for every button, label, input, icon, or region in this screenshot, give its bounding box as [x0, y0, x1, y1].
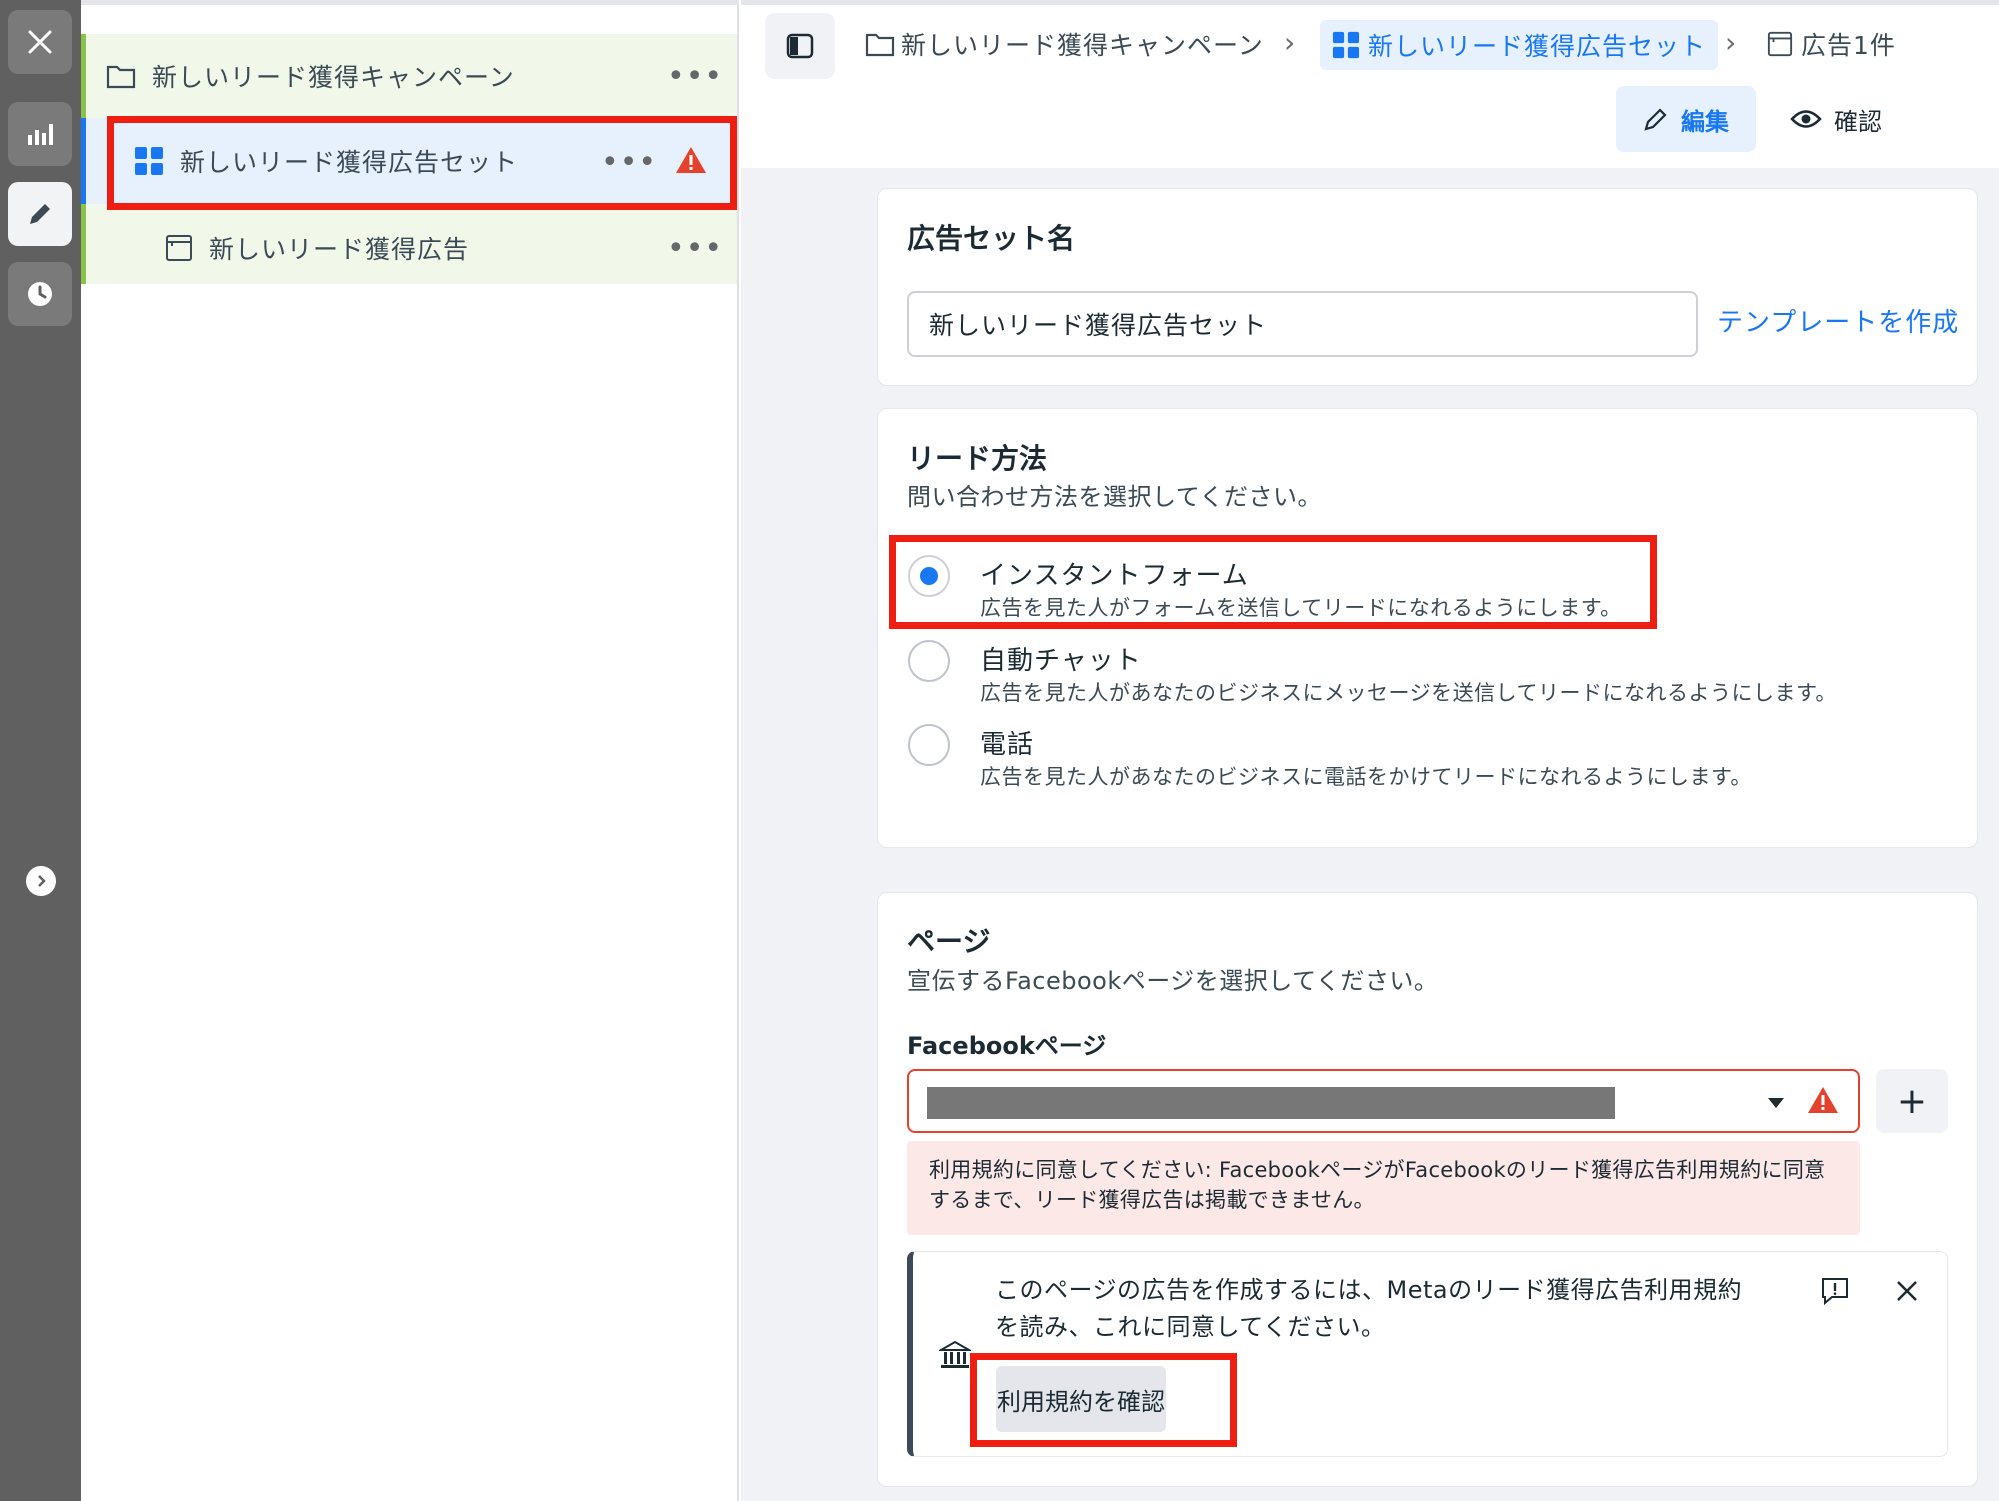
more-options-button[interactable]: ••• — [667, 62, 723, 92]
breadcrumb-ads[interactable]: 広告1件 — [1767, 26, 1896, 62]
left-rail — [0, 0, 81, 1501]
breadcrumb-adset[interactable]: 新しいリード獲得広告セット — [1320, 20, 1719, 70]
tree-item-campaign[interactable]: 新しいリード獲得キャンペーン — [106, 58, 515, 94]
toggle-panel-button[interactable] — [765, 13, 835, 79]
error-message: 利用規約に同意してください: FacebookページがFacebookのリード獲… — [907, 1141, 1860, 1235]
expand-button[interactable] — [26, 866, 56, 896]
history-button[interactable] — [8, 262, 72, 326]
adset-name-input[interactable]: 新しいリード獲得広告セット — [907, 291, 1698, 357]
ad-page-icon — [1767, 31, 1793, 57]
option-title: 電話 — [980, 730, 1035, 760]
close-button[interactable] — [8, 10, 72, 74]
section-title: ページ — [907, 925, 991, 958]
reporting-button[interactable] — [8, 102, 72, 166]
error-line: 利用規約に同意してください: FacebookページがFacebookのリード獲… — [929, 1158, 1826, 1182]
option-description: 広告を見た人があなたのビジネスにメッセージを送信してリードになれるようにします。 — [980, 681, 1837, 705]
breadcrumb-label: 新しいリード獲得キャンペーン — [901, 31, 1264, 60]
chevron-right-icon: › — [1725, 26, 1737, 59]
highlight-box — [970, 1353, 1237, 1447]
radio-phone[interactable] — [908, 724, 950, 766]
section-title: リード方法 — [907, 442, 1048, 475]
grid-icon — [1332, 31, 1360, 59]
sidebar-toggle-icon — [786, 33, 814, 59]
breadcrumb-label: 広告1件 — [1801, 31, 1896, 60]
divider — [81, 0, 739, 5]
notice-text: このページの広告を作成するには、Metaのリード獲得広告利用規約 を読み、これに… — [995, 1272, 1765, 1346]
highlight-box — [889, 535, 1657, 629]
add-page-button[interactable]: + — [1876, 1069, 1948, 1133]
chevron-right-icon — [38, 875, 46, 887]
field-label: Facebookページ — [907, 1032, 1107, 1060]
section-subtitle: 問い合わせ方法を選択してください。 — [907, 483, 1323, 511]
breadcrumb-campaign[interactable]: 新しいリード獲得キャンペーン — [865, 26, 1264, 62]
ad-page-icon — [166, 235, 192, 261]
notice-line: このページの広告を作成するには、Metaのリード獲得広告利用規約 — [995, 1276, 1743, 1304]
pencil-icon — [30, 204, 50, 224]
section-title: 広告セット名 — [907, 222, 1076, 255]
clock-icon — [28, 282, 52, 306]
edit-mode-button[interactable] — [8, 182, 72, 246]
more-options-button[interactable]: ••• — [667, 234, 723, 264]
error-line: するまで、リード獲得広告は掲載できません。 — [929, 1188, 1375, 1212]
create-template-link[interactable]: テンプレートを作成 — [1717, 302, 1959, 339]
notice-line: を読み、これに同意してください。 — [995, 1313, 1386, 1341]
folder-icon — [865, 33, 895, 57]
option-title: 自動チャット — [980, 646, 1142, 676]
caret-down-icon — [1768, 1098, 1784, 1108]
edit-button[interactable]: 編集 — [1616, 86, 1756, 152]
edit-label: 編集 — [1681, 107, 1729, 136]
campaign-tree-panel — [81, 0, 739, 1501]
warning-icon — [1808, 1087, 1838, 1113]
highlight-box — [107, 116, 737, 210]
chevron-right-icon: › — [1284, 26, 1296, 59]
option-description: 広告を見た人があなたのビジネスに電話をかけてリードになれるようにします。 — [980, 765, 1752, 789]
section-subtitle: 宣伝するFacebookページを選択してください。 — [907, 967, 1439, 995]
folder-icon — [106, 65, 136, 89]
feedback-icon[interactable] — [1820, 1276, 1850, 1306]
review-button[interactable]: 確認 — [1790, 86, 1882, 152]
tree-item-label: 新しいリード獲得キャンペーン — [152, 63, 515, 92]
redacted-value — [927, 1087, 1615, 1119]
tree-item-label: 新しいリード獲得広告 — [209, 235, 470, 264]
close-icon[interactable] — [1895, 1279, 1919, 1303]
facebook-page-select[interactable] — [907, 1069, 1860, 1133]
bank-icon — [939, 1340, 971, 1368]
tree-item-ad[interactable]: 新しいリード獲得広告 — [165, 230, 469, 266]
radio-auto-chat[interactable] — [908, 640, 950, 682]
breadcrumb-label: 新しいリード獲得広告セット — [1368, 32, 1707, 61]
bar-chart-icon — [28, 124, 53, 145]
review-label: 確認 — [1834, 107, 1882, 136]
close-icon — [28, 30, 52, 54]
pencil-icon — [1644, 108, 1667, 131]
eye-icon — [1790, 110, 1822, 128]
